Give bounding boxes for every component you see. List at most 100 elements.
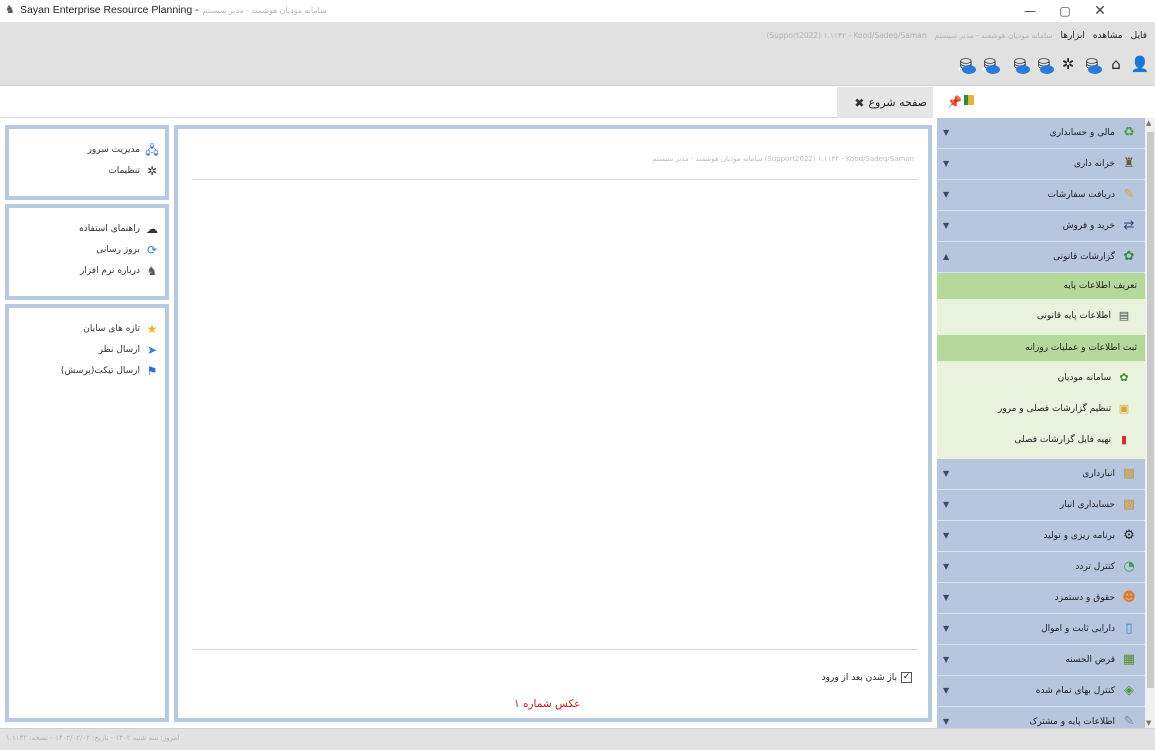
update-label: بروز رسانی <box>96 244 140 255</box>
taxpayer-icon: ✿ <box>1119 370 1129 384</box>
open-after-login-checkbox[interactable]: ✓ <box>901 672 912 683</box>
legal-reports-icon: ✿ <box>1123 249 1135 264</box>
nav-module-treasury[interactable]: ▼ خزانه داری ♜ <box>937 149 1145 180</box>
scroll-down-icon[interactable]: ▼ <box>1146 719 1151 727</box>
about-link[interactable]: درباره نرم افزار ♞ <box>9 260 165 281</box>
nav-module-label: انبارداری <box>1082 469 1115 479</box>
chevron-down-icon: ▼ <box>943 128 950 137</box>
maximize-button[interactable]: ▢ <box>1050 0 1080 22</box>
nav-item-label: سامانه مودیان <box>1057 372 1111 383</box>
database-check-icon[interactable]: ⛁ ✓ <box>1010 53 1030 75</box>
window-title: Sayan Enterprise Resource Planning - ساما… <box>20 4 327 16</box>
nav-section-base-info: تعریف اطلاعات پایه <box>937 273 1145 300</box>
nav-pin-bar: 📌 <box>937 87 1155 118</box>
nav-module-label: گزارشات قانونی <box>1053 252 1115 262</box>
home-icon[interactable]: ⌂ <box>1106 53 1126 75</box>
send-ticket-link[interactable]: ارسال تیکت(پرسش) ⚑ <box>9 360 165 381</box>
pin-icon[interactable]: 📌 <box>947 95 962 109</box>
send-feedback-link[interactable]: ارسال نظر ➤ <box>9 339 165 360</box>
star-icon: ★ <box>146 321 158 336</box>
tab-strip: ✖ صفحه شروع <box>0 87 933 118</box>
chevron-down-icon: ▼ <box>943 593 950 602</box>
menu-view[interactable]: مشاهده <box>1093 28 1123 44</box>
nav-module-attendance[interactable]: ▼ کنترل تردد ◔ <box>937 552 1145 583</box>
settings-icon[interactable]: ✲ <box>1058 53 1078 75</box>
toolbar: 👤 ⌂ ⛁ + ✲ ⛁ i ⛁ ✓ ⛁ × ⛁ + <box>956 53 1150 77</box>
server-management-label: مدیریت سرور <box>87 144 140 155</box>
menu-tools[interactable]: ابزارها <box>1061 28 1085 44</box>
nav-module-production[interactable]: ▼ برنامه ریزی و تولید ⚙ <box>937 521 1145 552</box>
chevron-down-icon: ▼ <box>943 469 950 478</box>
chevron-down-icon: ▼ <box>943 686 950 695</box>
status-text: امروز: سه شنبه ۱۴۰۲ - تاریخ: ۱۴۰۲/۰۲/۰۲ … <box>6 734 180 742</box>
base-info-icon: ▤ <box>1118 308 1130 322</box>
nav-item-season-reports[interactable]: تنظیم گزارشات فصلی و مرور ▣ <box>937 393 1145 424</box>
nav-module-trade[interactable]: ▼ خرید و فروش ⇄ <box>937 211 1145 242</box>
treasury-icon: ♜ <box>1123 156 1135 171</box>
nav-module-costing[interactable]: ▼ کنترل بهای تمام شده ◈ <box>937 676 1145 707</box>
season-report-icon: ▣ <box>1118 401 1130 415</box>
minimize-button[interactable]: — <box>1015 0 1045 22</box>
database-info-icon[interactable]: ⛁ i <box>1034 53 1054 75</box>
close-tab-icon[interactable]: ✖ <box>854 96 864 110</box>
orders-icon: ✎ <box>1123 187 1135 202</box>
module-navigation: ▼ مالی و حسابداری ♻ ▼ خزانه داری ♜ ▼ دری… <box>937 118 1145 728</box>
tab-start-label: صفحه شروع <box>868 96 927 109</box>
whats-new-label: تازه های سایان <box>83 323 140 334</box>
attendance-icon: ◔ <box>1123 559 1135 574</box>
gear-icon: ✲ <box>146 163 158 178</box>
whats-new-link[interactable]: تازه های سایان ★ <box>9 318 165 339</box>
close-button[interactable]: ✕ <box>1085 0 1115 22</box>
scrollbar-thumb[interactable] <box>1147 132 1154 688</box>
menu-blurred-company[interactable]: سامانه مودیان هوشمند - مدیر سیستم <box>934 28 1052 44</box>
flag-icon[interactable] <box>964 95 974 105</box>
open-after-login-option[interactable]: باز شدن بعد از ورود ✓ <box>822 672 912 683</box>
nav-module-label: کنترل تردد <box>1075 562 1115 572</box>
start-page-content: سامانه مودیان هوشمند - مدیر سیستم (Suppo… <box>174 125 932 722</box>
nav-scrollbar[interactable]: ▲ ▼ <box>1145 118 1155 728</box>
nav-item-taxpayer-system[interactable]: سامانه مودیان ✿ <box>937 362 1145 393</box>
database-plus-icon[interactable]: ⛁ + <box>956 53 976 75</box>
chevron-down-icon: ▼ <box>943 624 950 633</box>
nav-module-label: دریافت سفارشات <box>1047 190 1115 200</box>
server-management-link[interactable]: مدیریت سرور 🖧 <box>9 139 165 160</box>
nav-module-orders[interactable]: ▼ دریافت سفارشات ✎ <box>937 180 1145 211</box>
nav-module-label: قرض الحسنه <box>1065 655 1115 665</box>
update-link[interactable]: بروز رسانی ⟳ <box>9 239 165 260</box>
nav-module-label: کنترل بهای تمام شده <box>1035 686 1115 696</box>
chevron-down-icon: ▼ <box>943 221 950 230</box>
menu-blurred-user[interactable]: (Support2022) ۱.۱۱۴۲ - Kood/Sadeq/Saman <box>766 28 926 44</box>
trade-icon: ⇄ <box>1123 218 1135 233</box>
nav-module-payroll[interactable]: ▼ حقوق و دستمزد ☻ <box>937 583 1145 614</box>
warehouse-icon: ▩ <box>1122 466 1136 481</box>
nav-module-assets[interactable]: ▼ دارایی ثابت و اموال ▯ <box>937 614 1145 645</box>
nav-item-report-file[interactable]: تهیه فایل گزارشات فصلی ▮ <box>937 424 1145 455</box>
ticket-icon: ⚑ <box>146 363 158 378</box>
loan-icon: ▦ <box>1122 652 1136 667</box>
nav-section-daily-ops: ثبت اطلاعات و عملیات روزانه <box>937 335 1145 362</box>
menu-file[interactable]: فایل <box>1131 28 1147 44</box>
user-icon[interactable]: 👤 <box>1130 53 1150 75</box>
nav-module-common-info[interactable]: ▼ اطلاعات پایه و مشترک ✎ <box>937 707 1145 728</box>
chevron-up-icon: ▲ <box>943 252 950 261</box>
user-guide-link[interactable]: راهنمای استفاده ☁ <box>9 218 165 239</box>
status-bar: امروز: سه شنبه ۱۴۰۲ - تاریخ: ۱۴۰۲/۰۲/۰۲ … <box>0 728 1155 750</box>
server-icon: 🖧 <box>145 142 159 157</box>
database-remove-icon[interactable]: ⛁ × <box>980 53 1000 75</box>
nav-module-label: اطلاعات پایه و مشترک <box>1029 717 1115 727</box>
tab-start-page[interactable]: ✖ صفحه شروع <box>837 87 933 118</box>
app-logo-icon: ♞ <box>5 3 15 16</box>
nav-module-finance[interactable]: ▼ مالی و حسابداری ♻ <box>937 118 1145 149</box>
database-add-icon[interactable]: ⛁ + <box>1082 53 1102 75</box>
menu-bar: فایل مشاهده ابزارها سامانه مودیان هوشمند… <box>766 28 1147 44</box>
nav-module-legal-reports[interactable]: ▲ گزارشات قانونی ✿ <box>937 242 1145 273</box>
chevron-down-icon: ▼ <box>943 159 950 168</box>
nav-item-legal-base-info[interactable]: اطلاعات پایه قانونی ▤ <box>937 300 1145 331</box>
settings-link[interactable]: تنظیمات ✲ <box>9 160 165 181</box>
nav-module-label: دارایی ثابت و اموال <box>1041 624 1115 634</box>
scroll-up-icon[interactable]: ▲ <box>1146 119 1151 127</box>
nav-module-warehouse[interactable]: ▼ انبارداری ▩ <box>937 459 1145 490</box>
common-info-icon: ✎ <box>1123 714 1135 728</box>
nav-module-warehouse-accounting[interactable]: ▼ حسابداری انبار ▩ <box>937 490 1145 521</box>
nav-module-loan[interactable]: ▼ قرض الحسنه ▦ <box>937 645 1145 676</box>
